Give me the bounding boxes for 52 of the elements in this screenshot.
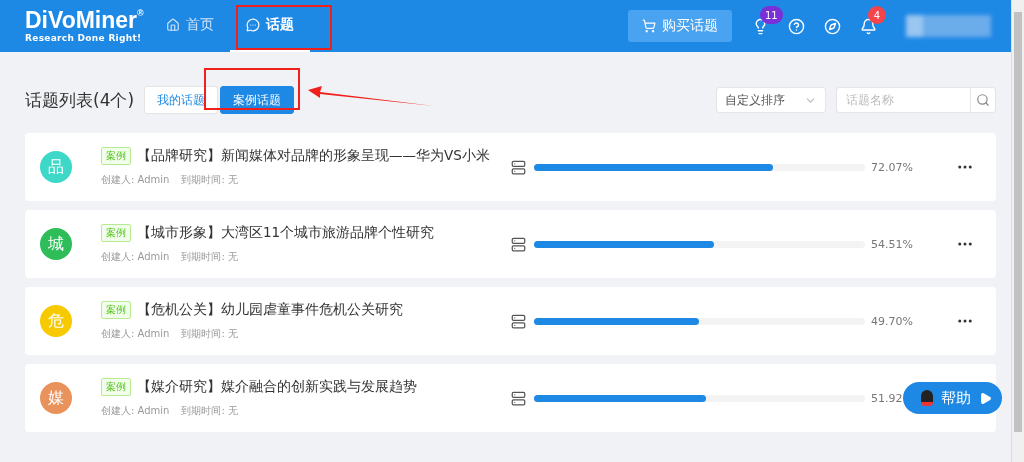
filter-tab[interactable]: 案例话题	[220, 86, 295, 114]
creator-text: 创建人: Admin	[101, 173, 170, 187]
case-tag: 案例	[101, 378, 131, 396]
cart-icon	[642, 19, 656, 33]
search-icon[interactable]	[970, 87, 996, 113]
scrollbar-thumb[interactable]	[1014, 12, 1022, 432]
bell-icon[interactable]	[859, 17, 877, 35]
progress-percent: 49.70%	[871, 314, 913, 328]
compass-icon[interactable]	[823, 17, 841, 35]
progress-percent: 54.51%	[871, 237, 913, 251]
topic-card[interactable]: 城 案例 【城市形象】大湾区11个城市旅游品牌个性研究 创建人: Admin 到期时间: 无 54.51%	[25, 210, 996, 278]
topic-title[interactable]: 【危机公关】幼儿园虐童事件危机公关研究	[137, 301, 403, 319]
server-icon	[511, 313, 526, 329]
case-tag: 案例	[101, 147, 131, 165]
chat-icon	[245, 18, 260, 32]
help-button[interactable]: 帮助	[903, 382, 1002, 414]
nav-tab[interactable]: 话题	[229, 0, 310, 52]
search-field[interactable]: 话题名称	[836, 87, 970, 113]
server-icon	[511, 390, 526, 406]
penguin-icon	[921, 390, 933, 406]
progress-percent: 72.07%	[871, 160, 913, 174]
topic-title[interactable]: 【品牌研究】新闻媒体对品牌的形象呈现——华为VS小米	[137, 147, 490, 165]
logo-wordmark: DiVoMiner®	[25, 9, 144, 32]
topic-avatar: 危	[40, 305, 72, 337]
expiry-text: 到期时间: 无	[181, 250, 238, 264]
count-badge: 4	[868, 6, 886, 24]
expiry-text: 到期时间: 无	[181, 173, 238, 187]
page-title: 话题列表(4个)	[25, 88, 135, 112]
expiry-text: 到期时间: 无	[181, 404, 238, 418]
case-tag: 案例	[101, 301, 131, 319]
topic-title[interactable]: 【城市形象】大湾区11个城市旅游品牌个性研究	[137, 224, 435, 242]
server-icon	[511, 236, 526, 252]
help-icon[interactable]	[787, 17, 805, 35]
expiry-text: 到期时间: 无	[181, 327, 238, 341]
count-badge: 11	[760, 6, 783, 24]
topic-title[interactable]: 【媒介研究】媒介融合的创新实践与发展趋势	[137, 378, 417, 396]
topic-card[interactable]: 品 案例 【品牌研究】新闻媒体对品牌的形象呈现——华为VS小米 创建人: Admin 到期时间: 无 72.07%	[25, 133, 996, 201]
server-icon	[511, 159, 526, 175]
topic-avatar: 城	[40, 228, 72, 260]
case-tag: 案例	[101, 224, 131, 242]
topic-avatar: 品	[40, 151, 72, 183]
logo-tagline: Research Done Right!	[25, 34, 143, 43]
progress-percent: 51.92	[871, 391, 903, 405]
topic-card[interactable]: 危 案例 【危机公关】幼儿园虐童事件危机公关研究 创建人: Admin 到期时间: 无 49.70%	[25, 287, 996, 355]
filter-tab[interactable]: 我的话题	[144, 86, 219, 114]
play-icon	[979, 391, 992, 405]
creator-text: 创建人: Admin	[101, 404, 170, 418]
creator-text: 创建人: Admin	[101, 250, 170, 264]
topic-avatar: 媒	[40, 382, 72, 414]
home-icon	[165, 18, 180, 32]
sort-select[interactable]: 自定义排序	[716, 87, 826, 113]
creator-text: 创建人: Admin	[101, 327, 170, 341]
